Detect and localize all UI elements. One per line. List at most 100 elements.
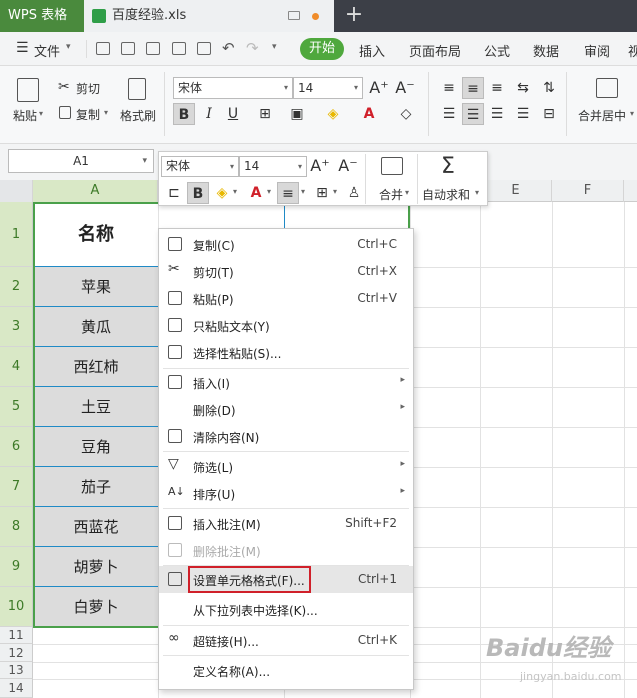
- new-tab-button[interactable]: +: [344, 0, 364, 32]
- mini-bold-icon[interactable]: B: [187, 182, 209, 204]
- menu-item-sort[interactable]: A↓ 排序(U) ▸: [159, 480, 413, 507]
- eraser-icon[interactable]: ◇: [395, 103, 417, 125]
- mini-autosum-button[interactable]: 自动求和: [422, 186, 470, 203]
- align-middle-icon[interactable]: ≡: [462, 77, 484, 99]
- cell-a3[interactable]: 黄瓜: [34, 307, 158, 347]
- tab-formulas[interactable]: 公式: [484, 41, 510, 60]
- menu-item-hyperlink[interactable]: ∞ 超链接(H)... Ctrl+K: [159, 627, 413, 654]
- mini-merge-button[interactable]: 合并: [379, 186, 403, 203]
- chevron-down-icon[interactable]: ▾: [333, 187, 337, 196]
- tab-page-layout[interactable]: 页面布局: [409, 41, 461, 60]
- row-header-5[interactable]: 5: [0, 387, 33, 427]
- tab-insert[interactable]: 插入: [359, 41, 385, 60]
- undo-icon[interactable]: ↶: [222, 39, 235, 57]
- chevron-down-icon[interactable]: ▾: [142, 150, 147, 172]
- align-left-icon[interactable]: ☰: [438, 103, 460, 125]
- column-header-e[interactable]: E: [480, 180, 552, 202]
- print-preview-icon[interactable]: [197, 42, 211, 55]
- paste-icon[interactable]: [17, 78, 39, 102]
- row-header-4[interactable]: 4: [0, 347, 33, 387]
- mini-fill-color-icon[interactable]: ◈: [211, 182, 233, 204]
- merge-center-button[interactable]: 合并居中: [578, 107, 626, 124]
- menu-item-clear[interactable]: 清除内容(N): [159, 423, 413, 450]
- menu-item-filter[interactable]: ▽ 筛选(L) ▸: [159, 453, 413, 480]
- cell-a10[interactable]: 白萝卜: [34, 587, 158, 627]
- align-top-icon[interactable]: ≡: [438, 77, 460, 99]
- row-header-6[interactable]: 6: [0, 427, 33, 467]
- column-header-a[interactable]: A: [33, 180, 158, 202]
- copy-button[interactable]: 复制: [76, 106, 100, 123]
- row-header-8[interactable]: 8: [0, 507, 33, 547]
- export-pdf-icon[interactable]: [146, 42, 160, 55]
- menu-item-delete[interactable]: 删除(D) ▸: [159, 396, 413, 423]
- cell-a6[interactable]: 豆角: [34, 427, 158, 467]
- menu-item-pick-from-list[interactable]: 从下拉列表中选择(K)...: [159, 596, 413, 623]
- bold-icon[interactable]: B: [173, 103, 195, 125]
- row-header-14[interactable]: 14: [0, 679, 33, 698]
- row-header-3[interactable]: 3: [0, 307, 33, 347]
- chevron-down-icon[interactable]: ▾: [301, 187, 305, 196]
- format-painter-button[interactable]: 格式刷: [120, 107, 156, 124]
- window-icon[interactable]: [288, 11, 300, 20]
- mini-font-size-select[interactable]: 14 ▾: [239, 156, 307, 177]
- cut-button[interactable]: 剪切: [76, 80, 100, 97]
- mini-font-color-icon[interactable]: A: [245, 182, 267, 204]
- open-folder-icon[interactable]: [96, 42, 110, 55]
- column-header-f[interactable]: F: [552, 180, 624, 202]
- menu-item-paste-text[interactable]: 只粘贴文本(Y): [159, 312, 413, 339]
- chevron-down-icon[interactable]: ▾: [104, 108, 108, 117]
- chevron-down-icon[interactable]: ▾: [233, 187, 237, 196]
- paste-button[interactable]: 粘贴: [13, 107, 37, 124]
- chevron-down-icon[interactable]: ▾: [475, 188, 479, 197]
- menu-item-paste[interactable]: 粘贴(P) Ctrl+V: [159, 285, 413, 312]
- hamburger-icon[interactable]: ☰: [16, 40, 29, 56]
- cell-a9[interactable]: 胡萝卜: [34, 547, 158, 587]
- select-all-corner[interactable]: [0, 180, 33, 202]
- print-icon[interactable]: [172, 42, 186, 55]
- align-bottom-icon[interactable]: ≡: [486, 77, 508, 99]
- chevron-down-icon[interactable]: ▾: [630, 109, 634, 118]
- row-header-7[interactable]: 7: [0, 467, 33, 507]
- row-header-2[interactable]: 2: [0, 267, 33, 307]
- mini-align-center-icon[interactable]: ≡: [277, 182, 299, 204]
- tab-view[interactable]: 视: [628, 41, 637, 60]
- distributed-icon[interactable]: ⊟: [538, 103, 560, 125]
- chevron-down-icon[interactable]: ▾: [272, 42, 277, 52]
- mini-font-name-select[interactable]: 宋体 ▾: [161, 156, 239, 177]
- border-icon[interactable]: ⊞: [254, 103, 276, 125]
- menu-item-copy[interactable]: 复制(C) Ctrl+C: [159, 231, 413, 258]
- mini-decrease-font-icon[interactable]: A⁻: [337, 155, 359, 177]
- orientation-icon[interactable]: ⇆: [512, 77, 534, 99]
- cell-a7[interactable]: 茄子: [34, 467, 158, 507]
- italic-icon[interactable]: I: [198, 103, 220, 125]
- document-tab[interactable]: 百度经验.xls: [84, 0, 334, 32]
- wrap-text-icon[interactable]: ⇅: [538, 77, 560, 99]
- menu-item-define-name[interactable]: 定义名称(A)...: [159, 657, 413, 684]
- tab-review[interactable]: 审阅: [584, 41, 610, 60]
- increase-font-icon[interactable]: A⁺: [368, 77, 390, 99]
- cell-a2[interactable]: 苹果: [34, 267, 158, 307]
- font-name-select[interactable]: 宋体 ▾: [173, 77, 293, 99]
- cell-style-icon[interactable]: ▣: [286, 103, 308, 125]
- menu-item-insert[interactable]: 插入(I) ▸: [159, 369, 413, 396]
- chevron-down-icon[interactable]: ▾: [405, 188, 409, 197]
- underline-icon[interactable]: U: [222, 103, 244, 125]
- font-size-select[interactable]: 14 ▾: [293, 77, 363, 99]
- cell-a8[interactable]: 西蓝花: [34, 507, 158, 547]
- row-header-13[interactable]: 13: [0, 662, 33, 679]
- row-header-11[interactable]: 11: [0, 627, 33, 644]
- fill-color-icon[interactable]: ◈: [322, 103, 344, 125]
- row-header-10[interactable]: 10: [0, 587, 33, 627]
- tab-home[interactable]: 开始: [300, 38, 344, 60]
- row-header-1[interactable]: 1: [0, 202, 33, 267]
- row-header-12[interactable]: 12: [0, 644, 33, 662]
- menu-item-cut[interactable]: ✂ 剪切(T) Ctrl+X: [159, 258, 413, 285]
- align-center-icon[interactable]: ☰: [462, 103, 484, 125]
- file-menu[interactable]: 文件: [34, 41, 60, 60]
- redo-icon[interactable]: ↷: [246, 39, 259, 57]
- chevron-down-icon[interactable]: ▾: [39, 109, 43, 118]
- mini-increase-font-icon[interactable]: A⁺: [309, 155, 331, 177]
- name-box[interactable]: A1 ▾: [8, 149, 154, 173]
- save-icon[interactable]: [121, 42, 135, 55]
- row-header-9[interactable]: 9: [0, 547, 33, 587]
